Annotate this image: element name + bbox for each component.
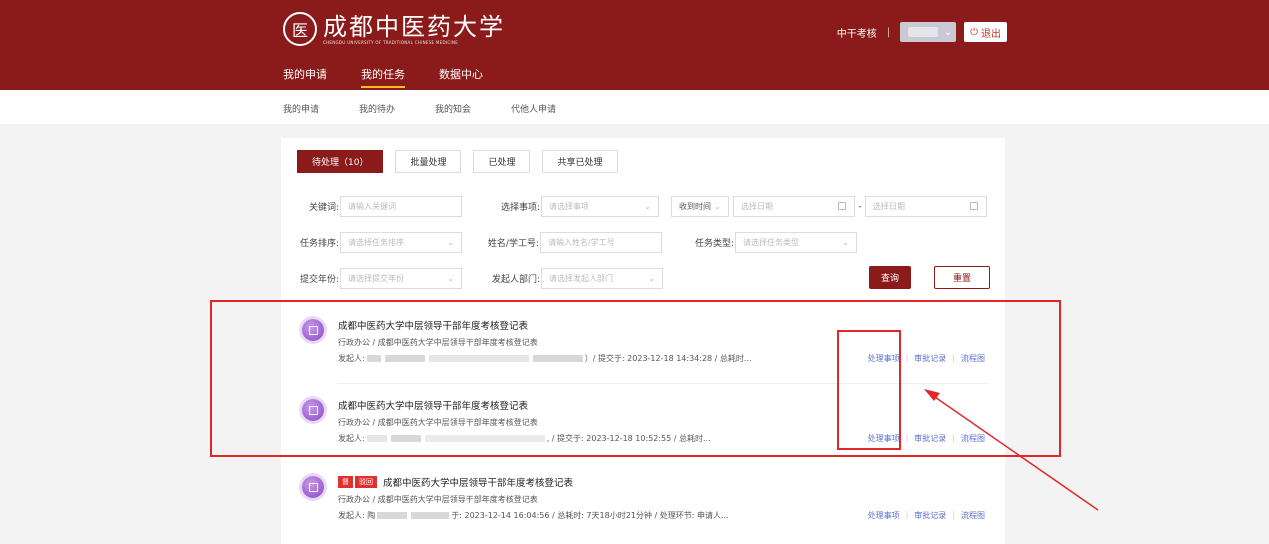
annotation-arrow-icon [924, 389, 1099, 511]
